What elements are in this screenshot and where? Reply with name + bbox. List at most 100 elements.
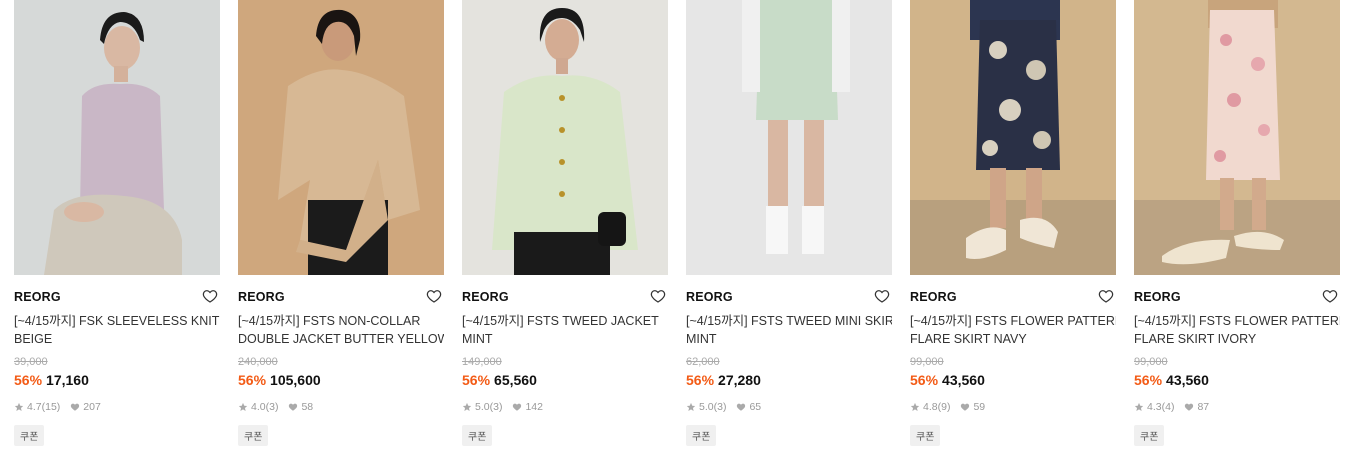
product-image[interactable]: [238, 0, 444, 275]
review-count: (3): [713, 401, 727, 413]
product-stats: 4.8 (9) 59: [910, 401, 985, 413]
product-stats: 4.7 (15) 207: [14, 401, 101, 413]
brand-name[interactable]: REORG: [1134, 290, 1181, 304]
review-count: (15): [41, 401, 61, 413]
heart-outline-icon[interactable]: [202, 288, 218, 304]
coupon-badge: 쿠폰: [238, 425, 269, 446]
discount-rate: 56%: [14, 372, 43, 388]
discount-rate: 56%: [462, 372, 491, 388]
rating: 4.8: [923, 401, 938, 413]
price-row: 56% 27,280: [686, 372, 761, 388]
product-card[interactable]: REORG [~4/15까지] FSK SLEEVELESS KNIT BEIG…: [14, 0, 220, 453]
product-title-line[interactable]: [~4/15까지] FSK SLEEVELESS KNIT: [14, 312, 220, 330]
discount-rate: 56%: [238, 372, 267, 388]
price-row: 56% 43,560: [1134, 372, 1209, 388]
product-title[interactable]: [~4/15까지] FSTS TWEED MINI SKIRT MINT: [686, 312, 892, 348]
brand-name[interactable]: REORG: [910, 290, 957, 304]
brand-name[interactable]: REORG: [462, 290, 509, 304]
coupon-badge: 쿠폰: [910, 425, 941, 446]
product-title-line[interactable]: [~4/15까지] FSTS TWEED JACKET: [462, 312, 668, 330]
original-price: 62,000: [686, 356, 720, 368]
product-title[interactable]: [~4/15까지] FSTS TWEED JACKET MINT: [462, 312, 668, 348]
product-stats: 4.0 (3) 58: [238, 401, 313, 413]
heart-outline-icon[interactable]: [1322, 288, 1338, 304]
rating: 5.0: [475, 401, 490, 413]
original-price: 149,000: [462, 356, 502, 368]
discount-rate: 56%: [910, 372, 939, 388]
price-row: 56% 65,560: [462, 372, 537, 388]
product-title-line[interactable]: FLARE SKIRT NAVY: [910, 330, 1116, 348]
product-image[interactable]: [686, 0, 892, 275]
product-stats: 4.3 (4) 87: [1134, 401, 1209, 413]
sale-price: 65,560: [494, 372, 537, 388]
brand-name[interactable]: REORG: [14, 290, 61, 304]
rating: 4.3: [1147, 401, 1162, 413]
product-card[interactable]: REORG [~4/15까지] FSTS TWEED JACKET MINT 1…: [462, 0, 668, 453]
price-row: 56% 17,160: [14, 372, 89, 388]
like-count: 142: [525, 401, 543, 413]
product-image[interactable]: [910, 0, 1116, 275]
heart-outline-icon[interactable]: [1098, 288, 1114, 304]
product-title-line[interactable]: MINT: [686, 330, 892, 348]
star-icon: [1134, 402, 1144, 411]
product-card[interactable]: REORG [~4/15까지] FSTS TWEED MINI SKIRT MI…: [686, 0, 892, 453]
product-card[interactable]: REORG [~4/15까지] FSTS FLOWER PATTERN FLAR…: [1134, 0, 1340, 453]
star-icon: [910, 402, 920, 411]
product-title-line[interactable]: [~4/15까지] FSTS NON-COLLAR: [238, 312, 444, 330]
original-price: 240,000: [238, 356, 278, 368]
product-title[interactable]: [~4/15까지] FSK SLEEVELESS KNIT BEIGE: [14, 312, 220, 348]
product-card[interactable]: REORG [~4/15까지] FSTS FLOWER PATTERN FLAR…: [910, 0, 1116, 453]
rating: 4.0: [251, 401, 266, 413]
product-title-line[interactable]: MINT: [462, 330, 668, 348]
sale-price: 43,560: [942, 372, 985, 388]
original-price: 99,000: [1134, 356, 1168, 368]
product-card[interactable]: REORG [~4/15까지] FSTS NON-COLLAR DOUBLE J…: [238, 0, 444, 453]
product-title-line[interactable]: FLARE SKIRT IVORY: [1134, 330, 1340, 348]
like-count: 59: [973, 401, 986, 413]
product-grid: REORG [~4/15까지] FSK SLEEVELESS KNIT BEIG…: [0, 0, 1348, 453]
coupon-badge: 쿠폰: [1134, 425, 1165, 446]
like-count: 207: [83, 401, 101, 413]
product-title-line[interactable]: BEIGE: [14, 330, 220, 348]
original-price: 99,000: [910, 356, 944, 368]
rating: 5.0: [699, 401, 714, 413]
product-stats: 5.0 (3) 65: [686, 401, 761, 413]
heart-icon: [289, 403, 298, 411]
product-image[interactable]: [462, 0, 668, 275]
heart-outline-icon[interactable]: [650, 288, 666, 304]
discount-rate: 56%: [1134, 372, 1163, 388]
coupon-badge: 쿠폰: [14, 425, 45, 446]
brand-name[interactable]: REORG: [238, 290, 285, 304]
product-title[interactable]: [~4/15까지] FSTS FLOWER PATTERN FLARE SKIR…: [910, 312, 1116, 348]
discount-rate: 56%: [686, 372, 715, 388]
price-row: 56% 105,600: [238, 372, 321, 388]
heart-icon: [513, 403, 522, 411]
heart-icon: [1185, 403, 1194, 411]
original-price: 39,000: [14, 356, 48, 368]
review-count: (3): [265, 401, 279, 413]
brand-name[interactable]: REORG: [686, 290, 733, 304]
product-title[interactable]: [~4/15까지] FSTS FLOWER PATTERN FLARE SKIR…: [1134, 312, 1340, 348]
like-count: 58: [301, 401, 314, 413]
heart-outline-icon[interactable]: [874, 288, 890, 304]
star-icon: [238, 402, 248, 411]
product-title-line[interactable]: [~4/15까지] FSTS TWEED MINI SKIRT: [686, 312, 892, 330]
product-image[interactable]: [1134, 0, 1340, 275]
heart-icon: [71, 403, 80, 411]
sale-price: 43,560: [1166, 372, 1209, 388]
product-title-line[interactable]: [~4/15까지] FSTS FLOWER PATTERN: [1134, 312, 1340, 330]
product-title[interactable]: [~4/15까지] FSTS NON-COLLAR DOUBLE JACKET …: [238, 312, 444, 348]
star-icon: [686, 402, 696, 411]
product-title-line[interactable]: DOUBLE JACKET BUTTER YELLOW: [238, 330, 444, 348]
sale-price: 17,160: [46, 372, 89, 388]
product-image[interactable]: [14, 0, 220, 275]
product-stats: 5.0 (3) 142: [462, 401, 543, 413]
star-icon: [14, 402, 24, 411]
review-count: (4): [1161, 401, 1175, 413]
sale-price: 27,280: [718, 372, 761, 388]
coupon-badge: 쿠폰: [686, 425, 717, 446]
rating: 4.7: [27, 401, 42, 413]
sale-price: 105,600: [270, 372, 321, 388]
product-title-line[interactable]: [~4/15까지] FSTS FLOWER PATTERN: [910, 312, 1116, 330]
heart-outline-icon[interactable]: [426, 288, 442, 304]
